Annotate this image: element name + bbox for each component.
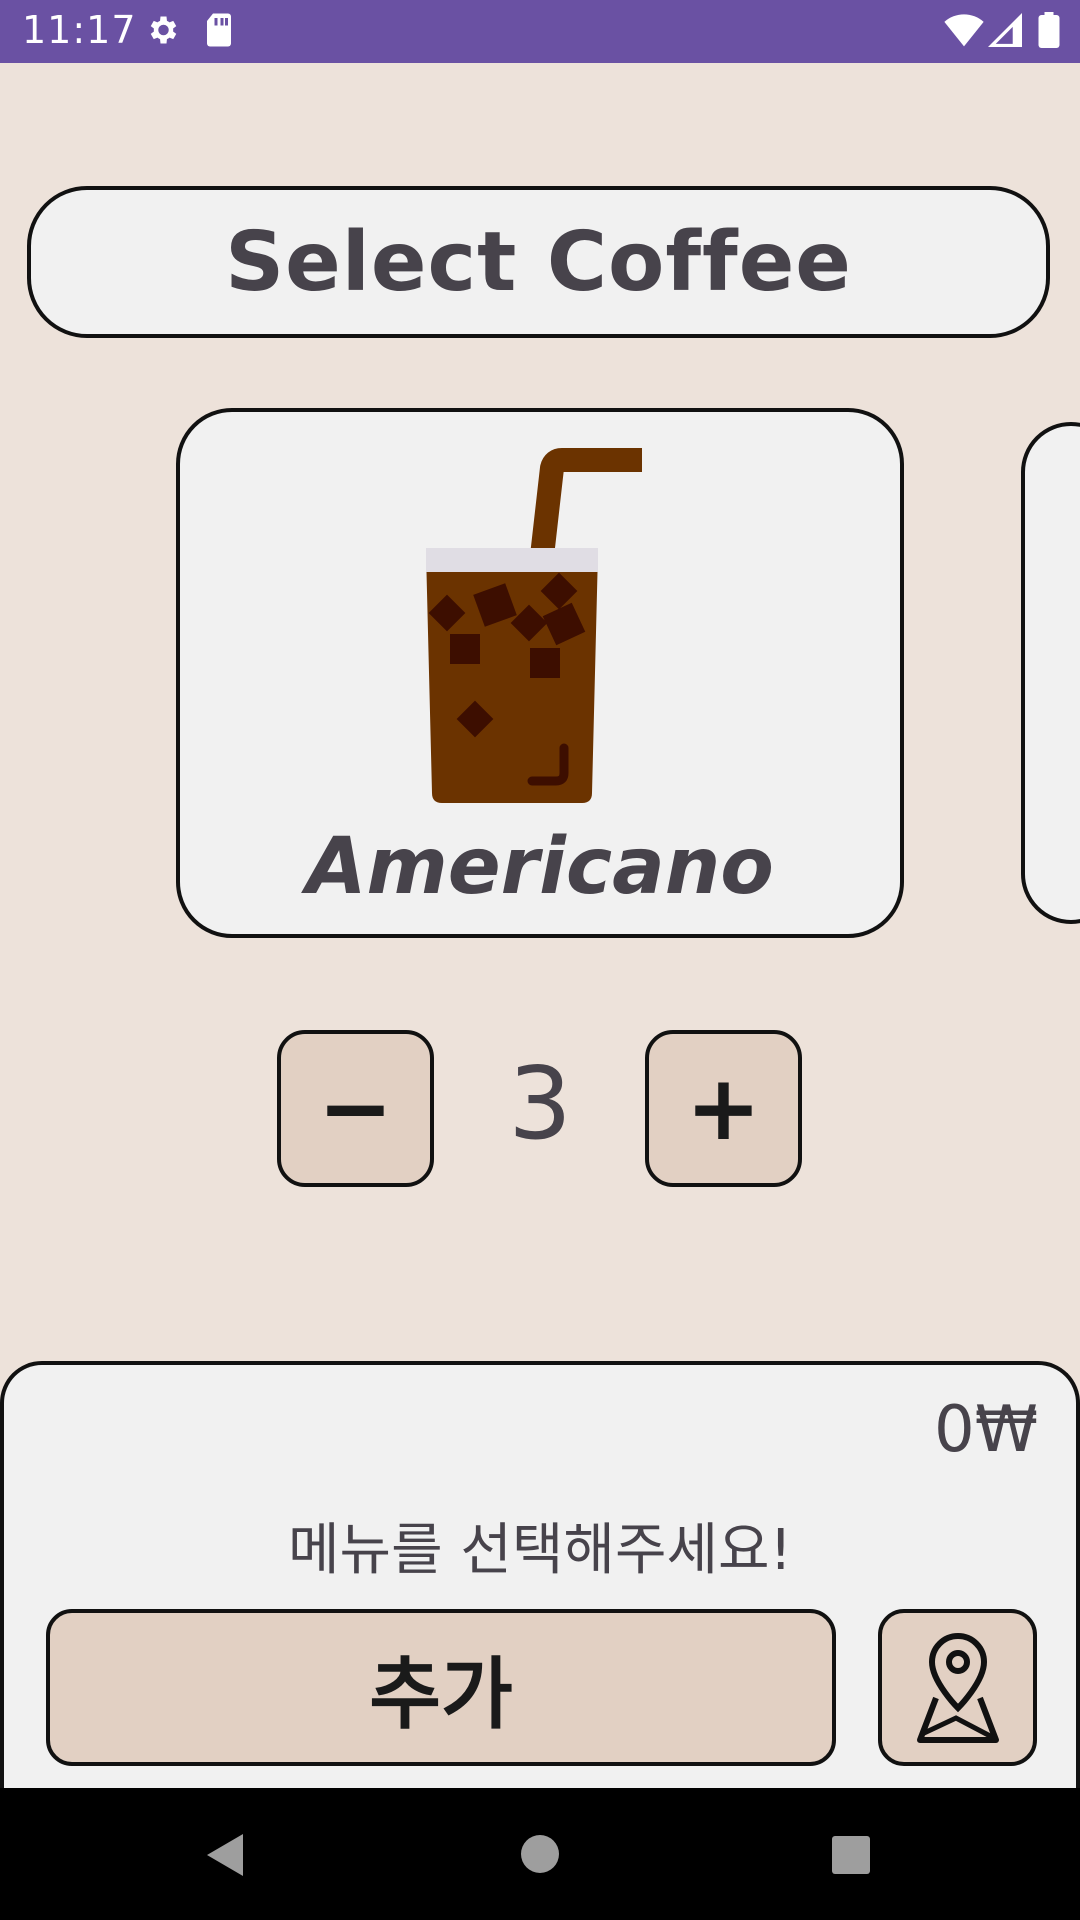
sd-card-icon (207, 13, 231, 47)
gear-icon (150, 16, 177, 44)
menu-card-next[interactable] (1021, 422, 1080, 924)
quantity-value: 3 (508, 1045, 572, 1162)
map-button[interactable] (878, 1609, 1037, 1766)
add-button[interactable]: 추가 (46, 1609, 836, 1766)
map-pin-icon (916, 1632, 999, 1743)
home-icon[interactable] (520, 1834, 560, 1874)
iced-americano-icon (426, 448, 642, 803)
total-price: 0₩ (934, 1393, 1038, 1467)
battery-icon (1038, 12, 1060, 48)
navigation-bar (0, 1788, 1080, 1920)
back-icon[interactable] (205, 1832, 245, 1878)
increase-quantity-button[interactable]: + (645, 1030, 802, 1187)
signal-icon (988, 13, 1022, 47)
page-title: Select Coffee (225, 214, 852, 310)
order-summary-panel: 0₩ 메뉴를 선택해주세요! 추가 (0, 1361, 1080, 1841)
decrease-quantity-button[interactable]: − (277, 1030, 434, 1187)
title-box: Select Coffee (27, 186, 1050, 338)
menu-card-name: Americano (306, 822, 774, 912)
status-bar: 11:17 (0, 0, 1080, 63)
status-time: 11:17 (22, 8, 137, 52)
wifi-icon (944, 14, 984, 47)
status-message: 메뉴를 선택해주세요! (288, 1518, 792, 1583)
menu-card-americano[interactable]: Americano (176, 408, 904, 938)
recents-icon[interactable] (832, 1836, 870, 1874)
